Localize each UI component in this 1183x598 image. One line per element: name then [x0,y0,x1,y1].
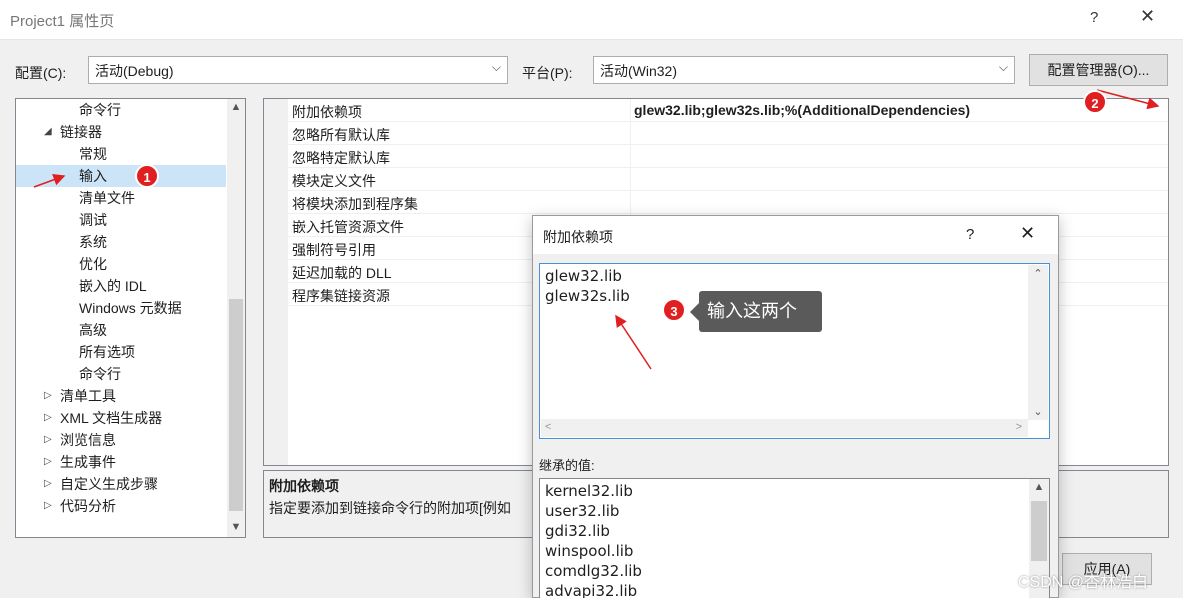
annotation-arrows [33,89,1160,370]
arrow-to-input [33,173,66,188]
badge-2: 2 [1083,90,1107,114]
watermark: CSDN @杏林浩白 [1018,574,1149,591]
annotation-tooltip: 输入这两个 [690,291,822,332]
arrow-to-lines [615,314,652,370]
badge-3: 3 [662,298,686,322]
badge-1: 1 [135,164,159,188]
